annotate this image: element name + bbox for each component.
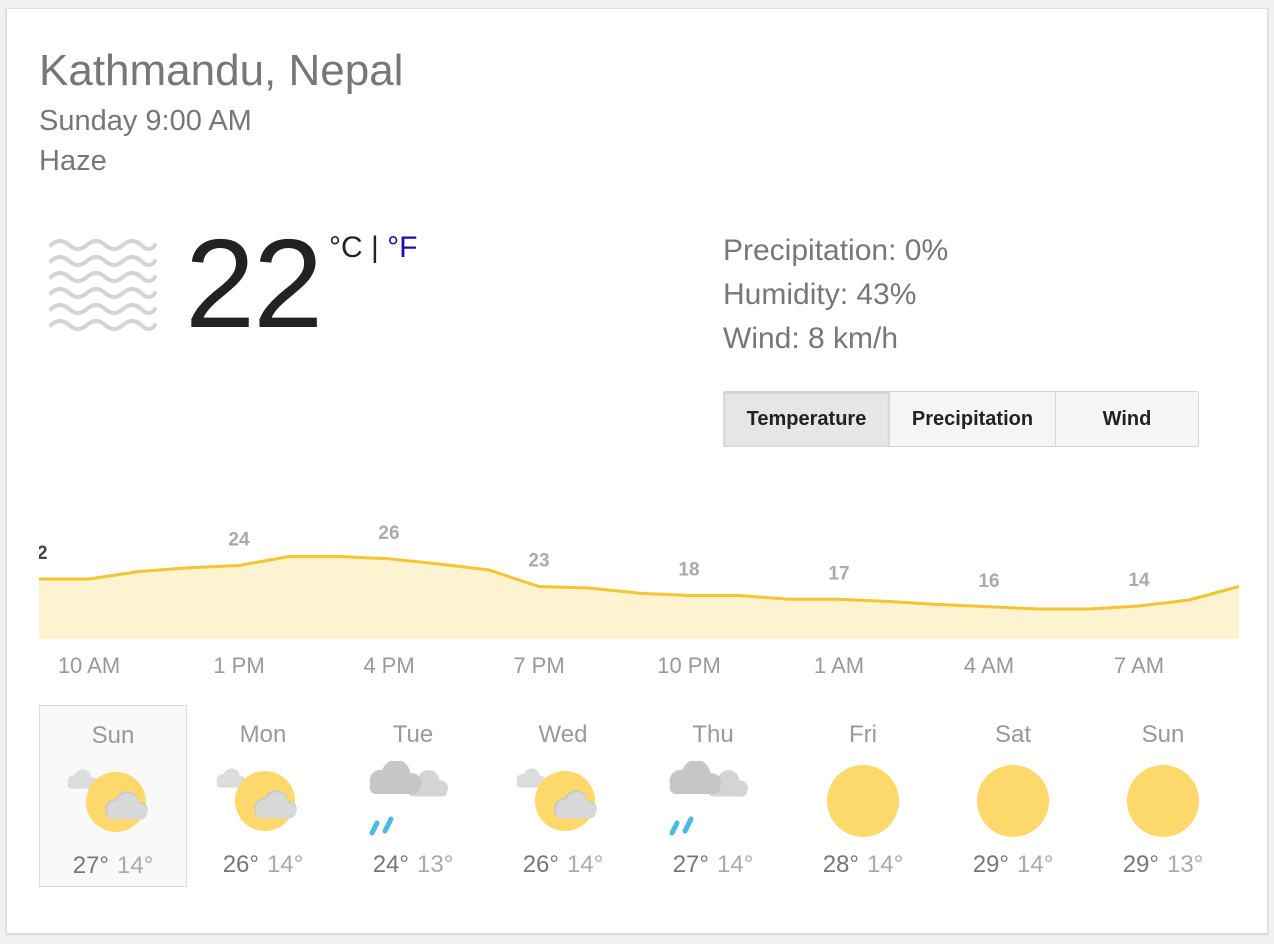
hour-tick-label: 10 AM — [57, 653, 121, 678]
temperature-chart-svg: 22 24 26 23 18 17 16 14 — [39, 523, 1239, 639]
day-name: Fri — [849, 721, 877, 748]
day-name: Sun — [91, 722, 135, 749]
daily-forecast: Sun 27° 14° Mon 26° 14° Tue 24° 13° Wed … — [39, 705, 1239, 889]
low-temp: 14° — [717, 851, 754, 878]
forecast-day-tue[interactable]: Tue 24° 13° — [339, 705, 487, 887]
sun-icon — [1113, 761, 1213, 841]
sun-icon — [813, 761, 913, 841]
forecast-day-thu[interactable]: Thu 27° 14° — [639, 705, 787, 887]
humidity-stat: Humidity: 43% — [723, 278, 917, 311]
temperature-chart: 22 24 26 23 18 17 16 14 — [39, 487, 1239, 647]
chart-value-label: 26 — [378, 523, 399, 544]
low-temp: 14° — [867, 851, 904, 878]
low-temp: 13° — [417, 851, 454, 878]
chart-value-label: 17 — [828, 563, 849, 584]
high-temp: 29° — [1122, 851, 1159, 878]
low-temp: 13° — [1167, 851, 1204, 878]
day-name: Wed — [538, 721, 588, 748]
chart-value-label: 18 — [678, 560, 699, 581]
low-temp: 14° — [117, 852, 154, 879]
day-temps: 26° 14° — [489, 851, 637, 879]
day-temps: 26° 14° — [189, 851, 337, 879]
day-temps: 28° 14° — [789, 851, 937, 879]
hour-tick-label: 4 AM — [963, 653, 1015, 678]
celsius-unit[interactable]: °C — [329, 231, 363, 264]
tab-wind[interactable]: Wind — [1056, 392, 1198, 446]
haze-icon — [49, 239, 157, 331]
high-temp: 26° — [222, 851, 259, 878]
day-temps: 29° 13° — [1089, 851, 1237, 879]
day-temps: 27° 14° — [40, 852, 186, 880]
high-temp: 27° — [72, 852, 109, 879]
hour-tick-label: 7 AM — [1113, 653, 1165, 678]
high-temp: 26° — [522, 851, 559, 878]
chart-value-label: 22 — [39, 543, 48, 564]
day-temps: 24° 13° — [339, 851, 487, 879]
condition-text: Haze — [39, 145, 107, 177]
rain-cloud-icon — [363, 759, 463, 841]
chart-value-label: 16 — [978, 571, 999, 592]
rain-cloud-icon — [663, 759, 763, 841]
location-title: Kathmandu, Nepal — [39, 46, 404, 95]
chart-value-label: 24 — [228, 530, 250, 551]
weather-stats: Precipitation: 0% Humidity: 43% Wind: 8 … — [723, 229, 948, 361]
high-temp: 28° — [822, 851, 859, 878]
weather-card: Kathmandu, Nepal Sunday 9:00 AM Haze 22 … — [6, 8, 1268, 934]
tab-precipitation[interactable]: Precipitation — [890, 392, 1056, 446]
forecast-day-fri[interactable]: Fri 28° 14° — [789, 705, 937, 887]
temperature-area — [39, 556, 1239, 639]
hour-tick-label: 7 PM — [513, 653, 565, 678]
low-temp: 14° — [1017, 851, 1054, 878]
day-name: Tue — [392, 721, 434, 748]
sun-icon — [963, 761, 1063, 841]
hour-tick-label: 1 AM — [813, 653, 865, 678]
precipitation-stat: Precipitation: 0% — [723, 234, 949, 267]
hour-tick-label: 4 PM — [363, 653, 415, 678]
partly-cloudy-icon — [64, 762, 164, 842]
day-temps: 29° 14° — [939, 851, 1087, 879]
partly-cloudy-icon — [213, 761, 313, 841]
hour-tick-label: 10 PM — [657, 653, 721, 678]
chart-tabs: Temperature Precipitation Wind — [723, 391, 1199, 447]
forecast-day-sat[interactable]: Sat 29° 14° — [939, 705, 1087, 887]
datetime-text: Sunday 9:00 AM — [39, 105, 252, 137]
wind-stat: Wind: 8 km/h — [723, 322, 899, 355]
unit-separator: | — [371, 231, 379, 264]
hour-axis: 10 AM 1 PM 4 PM 7 PM 10 PM 1 AM 4 AM 7 AM — [39, 653, 1239, 683]
day-name: Mon — [239, 721, 287, 748]
high-temp: 24° — [372, 851, 409, 878]
partly-cloudy-icon — [513, 761, 613, 841]
tab-temperature[interactable]: Temperature — [724, 392, 890, 446]
chart-value-label: 14 — [1128, 570, 1150, 591]
day-name: Sat — [994, 721, 1032, 748]
unit-switch: °C | °F — [329, 233, 417, 263]
high-temp: 27° — [672, 851, 709, 878]
day-name: Sun — [1141, 721, 1185, 748]
forecast-day-wed[interactable]: Wed 26° 14° — [489, 705, 637, 887]
low-temp: 14° — [567, 851, 604, 878]
forecast-day-sun[interactable]: Sun 29° 13° — [1089, 705, 1237, 887]
forecast-day-mon[interactable]: Mon 26° 14° — [189, 705, 337, 887]
day-temps: 27° 14° — [639, 851, 787, 879]
low-temp: 14° — [267, 851, 304, 878]
fahrenheit-link[interactable]: °F — [387, 231, 417, 264]
high-temp: 29° — [972, 851, 1009, 878]
day-name: Thu — [692, 721, 734, 748]
current-temperature: 22 — [185, 213, 323, 354]
hour-tick-label: 1 PM — [213, 653, 265, 678]
forecast-day-sun[interactable]: Sun 27° 14° — [39, 705, 187, 887]
chart-value-label: 23 — [528, 551, 549, 572]
